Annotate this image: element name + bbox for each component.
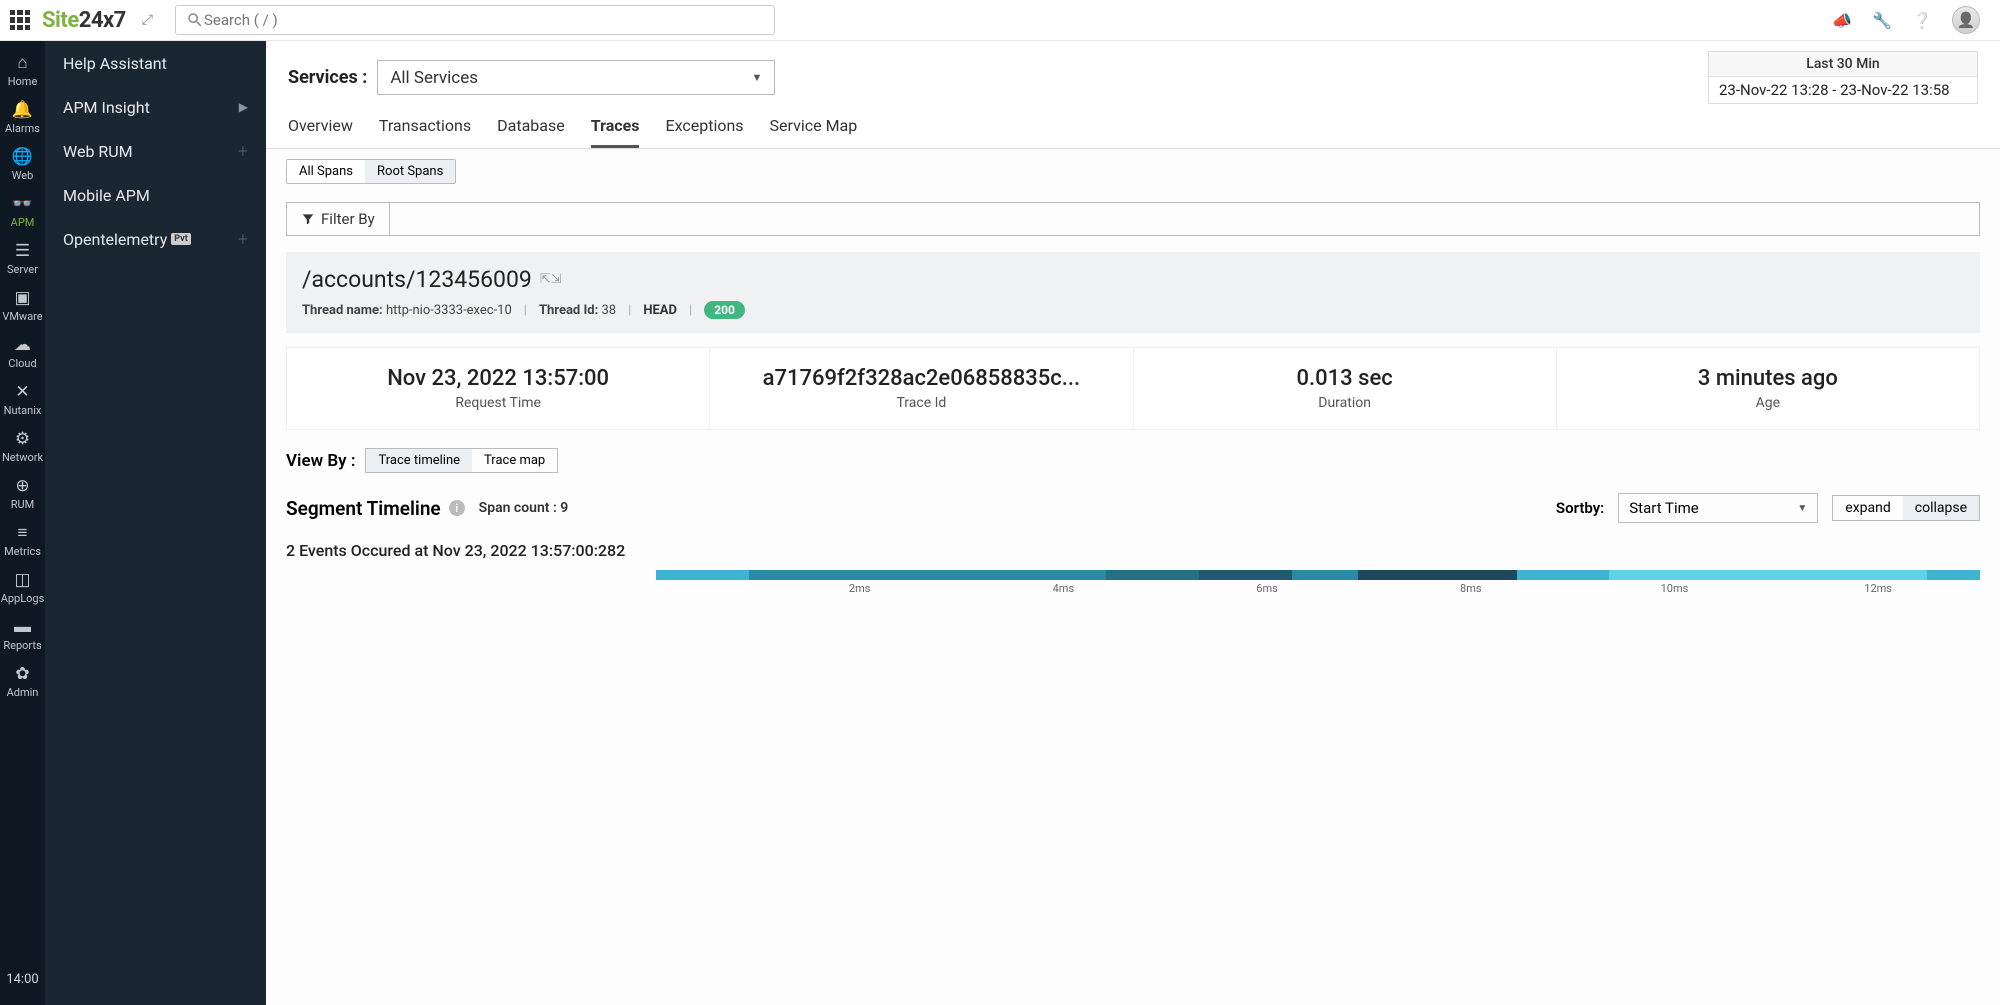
chevron-right-icon: ▶ <box>239 100 248 114</box>
timeline: 2ms 4ms 6ms 8ms 10ms 12ms <box>286 570 1980 610</box>
timeline-segment[interactable] <box>1106 570 1199 580</box>
nav-web[interactable]: 🌐Web <box>0 141 45 188</box>
nav-reports[interactable]: ▬Reports <box>0 611 45 658</box>
span-filter-root[interactable]: Root Spans <box>365 160 455 183</box>
timeline-tick: 10ms <box>1661 582 1689 595</box>
segment-title: Segment Timeline i <box>286 497 465 520</box>
viewby-timeline[interactable]: Trace timeline <box>366 449 472 472</box>
timeline-tick: 6ms <box>1256 582 1278 595</box>
timeline-segment[interactable] <box>656 570 749 580</box>
help-icon[interactable]: ❔ <box>1912 11 1932 30</box>
card-trace-id: a71769f2f328ac2e06858835c...Trace Id <box>710 348 1133 429</box>
timeline-segment[interactable] <box>1199 570 1292 580</box>
nav-network[interactable]: ⚙Network <box>0 423 45 470</box>
card-duration: 0.013 secDuration <box>1134 348 1557 429</box>
search-input[interactable] <box>175 5 775 35</box>
card-age: 3 minutes agoAge <box>1557 348 1979 429</box>
tab-traces[interactable]: Traces <box>591 116 640 148</box>
avatar[interactable] <box>1952 6 1980 34</box>
search-field[interactable] <box>204 11 764 29</box>
time-range-value: 23-Nov-22 13:28 - 23-Nov-22 13:58 <box>1709 77 1977 103</box>
thread-id-value: 38 <box>602 303 617 318</box>
thread-name-value: http-nio-3333-exec-10 <box>386 303 512 318</box>
trace-path: /accounts/123456009 <box>302 266 532 293</box>
subside-help[interactable]: Help Assistant <box>45 41 266 85</box>
sort-select[interactable]: Start Time▼ <box>1618 493 1818 523</box>
tab-database[interactable]: Database <box>497 116 565 148</box>
thread-id-label: Thread Id: <box>539 303 598 318</box>
tab-service-map[interactable]: Service Map <box>770 116 858 148</box>
tab-overview[interactable]: Overview <box>288 116 353 148</box>
card-request-time: Nov 23, 2022 13:57:00Request Time <box>287 348 710 429</box>
icon-nav: ⌂Home 🔔Alarms 🌐Web 👓APM ☰Server ▣VMware … <box>0 41 45 1005</box>
services-label: Services : <box>288 67 367 88</box>
expand-button[interactable]: expand <box>1833 496 1902 520</box>
sort-label: Sortby: <box>1556 499 1604 517</box>
events-summary: 2 Events Occured at Nov 23, 2022 13:57:0… <box>286 541 1980 560</box>
timeline-tick: 8ms <box>1460 582 1482 595</box>
timeline-segment[interactable] <box>1292 570 1358 580</box>
nav-cloud[interactable]: ☁Cloud <box>0 329 45 376</box>
timeline-track[interactable] <box>656 570 1980 580</box>
nav-server[interactable]: ☰Server <box>0 235 45 282</box>
viewby-toggle: Trace timeline Trace map <box>365 448 558 473</box>
plus-icon[interactable]: + <box>238 229 248 250</box>
funnel-icon <box>301 212 315 226</box>
filter-input[interactable] <box>390 202 1980 236</box>
timeline-segment[interactable] <box>1358 570 1517 580</box>
tabs: Overview Transactions Database Traces Ex… <box>266 104 2000 149</box>
timeline-segment[interactable] <box>749 570 1106 580</box>
nav-admin[interactable]: ✿Admin <box>0 658 45 705</box>
wrench-icon[interactable]: 🔧 <box>1872 11 1892 30</box>
timeline-tick: 12ms <box>1864 582 1892 595</box>
clock: 14:00 <box>6 960 38 1005</box>
apps-grid-icon[interactable] <box>10 10 30 30</box>
time-range-preset: Last 30 Min <box>1709 52 1977 77</box>
nav-home[interactable]: ⌂Home <box>0 47 45 94</box>
tab-exceptions[interactable]: Exceptions <box>665 116 743 148</box>
nav-apm[interactable]: 👓APM <box>0 188 45 235</box>
collapse-button[interactable]: collapse <box>1903 496 1979 520</box>
tab-transactions[interactable]: Transactions <box>379 116 471 148</box>
timeline-ticks: 2ms 4ms 6ms 8ms 10ms 12ms <box>656 580 1980 600</box>
nav-applogs[interactable]: ◫AppLogs <box>0 564 45 611</box>
status-badge: 200 <box>704 301 745 319</box>
announce-icon[interactable]: 📣 <box>1832 11 1852 30</box>
viewby-map[interactable]: Trace map <box>472 449 557 472</box>
time-range-box[interactable]: Last 30 Min 23-Nov-22 13:28 - 23-Nov-22 … <box>1708 51 1978 104</box>
expand-collapse-group: expand collapse <box>1832 495 1980 521</box>
plus-icon[interactable]: + <box>238 141 248 162</box>
viewby-label: View By : <box>286 451 355 471</box>
services-select[interactable]: All Services▼ <box>377 60 775 95</box>
subside-otel[interactable]: OpentelemetryPvt+ <box>45 217 266 261</box>
nav-nutanix[interactable]: ✕Nutanix <box>0 376 45 423</box>
chevron-down-icon: ▼ <box>1797 503 1807 514</box>
collapse-icon[interactable]: ⇱⇲ <box>540 272 562 287</box>
http-method: HEAD <box>643 303 677 318</box>
nav-metrics[interactable]: ≡Metrics <box>0 517 45 564</box>
span-count: Span count : 9 <box>479 500 569 516</box>
nav-rum[interactable]: ⊕RUM <box>0 470 45 517</box>
timeline-segment[interactable] <box>1927 570 1980 580</box>
info-icon[interactable]: i <box>449 500 465 516</box>
timeline-segment[interactable] <box>1517 570 1610 580</box>
pvt-badge: Pvt <box>171 233 190 245</box>
span-filter-all[interactable]: All Spans <box>287 160 365 183</box>
thread-name-label: Thread name: <box>302 303 383 318</box>
timeline-segment[interactable] <box>1609 570 1927 580</box>
nav-vmware[interactable]: ▣VMware <box>0 282 45 329</box>
span-filter-toggle: All Spans Root Spans <box>286 159 456 184</box>
chevron-down-icon: ▼ <box>751 71 762 84</box>
nav-alarms[interactable]: 🔔Alarms <box>0 94 45 141</box>
filter-by-button[interactable]: Filter By <box>286 202 390 236</box>
timeline-tick: 2ms <box>849 582 871 595</box>
search-icon <box>186 11 204 29</box>
subside-mobile-apm[interactable]: Mobile APM <box>45 173 266 217</box>
subside-web-rum[interactable]: Web RUM+ <box>45 129 266 173</box>
sub-sidebar: Help Assistant APM Insight▶ Web RUM+ Mob… <box>45 41 266 1005</box>
expand-icon[interactable]: ⤢ <box>142 16 153 24</box>
subside-apm-insight[interactable]: APM Insight▶ <box>45 85 266 129</box>
logo[interactable]: Site24x7 <box>42 8 126 33</box>
timeline-tick: 4ms <box>1053 582 1075 595</box>
